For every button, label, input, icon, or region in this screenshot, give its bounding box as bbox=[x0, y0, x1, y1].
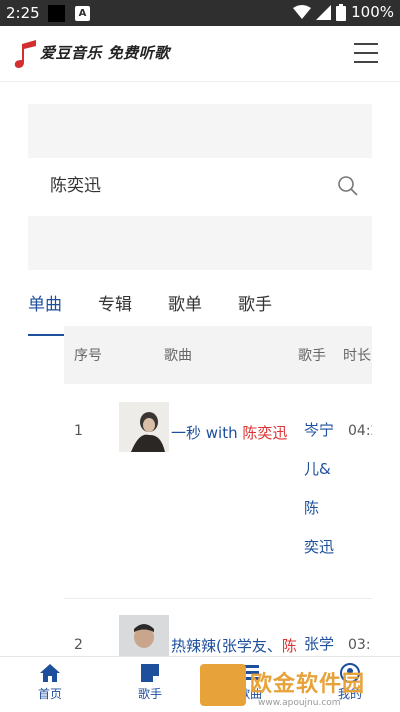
singer-icon bbox=[141, 664, 159, 682]
song-title[interactable]: 一秒 with 陈奕迅 bbox=[171, 422, 287, 443]
tab-songs[interactable]: 单曲 bbox=[28, 290, 62, 315]
nav-singers[interactable]: 歌手 bbox=[120, 663, 180, 702]
active-tab-indicator bbox=[28, 334, 64, 336]
signal-icon bbox=[316, 4, 332, 20]
home-icon bbox=[40, 664, 60, 682]
watermark: 欧金软件园 www.apoujnu.com bbox=[200, 660, 400, 711]
watermark-logo-icon bbox=[200, 664, 246, 706]
status-bar: 2:25 A 100% bbox=[0, 0, 400, 26]
music-note-logo-icon bbox=[14, 40, 37, 68]
wifi-icon bbox=[293, 4, 312, 19]
menu-icon[interactable] bbox=[354, 43, 378, 63]
song-index: 1 bbox=[74, 423, 83, 439]
battery-level: 100% bbox=[351, 3, 394, 21]
battery-icon bbox=[336, 3, 347, 21]
song-index: 2 bbox=[74, 637, 83, 653]
search-banner-top bbox=[28, 104, 372, 158]
search-input[interactable] bbox=[48, 172, 322, 194]
search-icon[interactable] bbox=[338, 176, 358, 196]
table-row[interactable]: 1 一秒 with 陈奕迅 岑宁 儿&陈 奕迅 04:2 bbox=[64, 384, 372, 599]
header-duration: 时长 bbox=[343, 348, 371, 364]
tab-singers[interactable]: 歌手 bbox=[238, 290, 272, 315]
app-header: 爱豆音乐 免费听歌 bbox=[0, 26, 400, 82]
song-duration: 03: bbox=[348, 637, 371, 653]
search-banner-bottom bbox=[28, 216, 372, 270]
header-artist: 歌手 bbox=[298, 348, 326, 364]
song-cover-image bbox=[119, 402, 169, 452]
status-time: 2:25 bbox=[6, 4, 40, 22]
nav-home[interactable]: 首页 bbox=[20, 663, 80, 702]
tab-albums[interactable]: 专辑 bbox=[98, 290, 132, 315]
table-row[interactable]: 2 热辣辣(张学友、陈 张学 03: bbox=[64, 599, 372, 665]
song-title[interactable]: 热辣辣(张学友、陈 bbox=[171, 635, 297, 656]
notification-icon bbox=[48, 5, 65, 22]
search-bar bbox=[28, 158, 372, 216]
header-index: 序号 bbox=[74, 348, 102, 364]
table-header: 序号 歌曲 歌手 时长 bbox=[64, 326, 372, 384]
watermark-url: www.apoujnu.com bbox=[258, 698, 341, 708]
app-notification-icon: A bbox=[75, 6, 90, 21]
app-name: 爱豆音乐 免费听歌 bbox=[40, 44, 170, 62]
header-song: 歌曲 bbox=[164, 348, 192, 364]
watermark-text: 欧金软件园 bbox=[250, 672, 366, 697]
tab-playlists[interactable]: 歌单 bbox=[168, 290, 202, 315]
song-duration: 04:2 bbox=[348, 423, 372, 439]
song-artist[interactable]: 岑宁 儿&陈 奕迅 bbox=[304, 411, 344, 567]
